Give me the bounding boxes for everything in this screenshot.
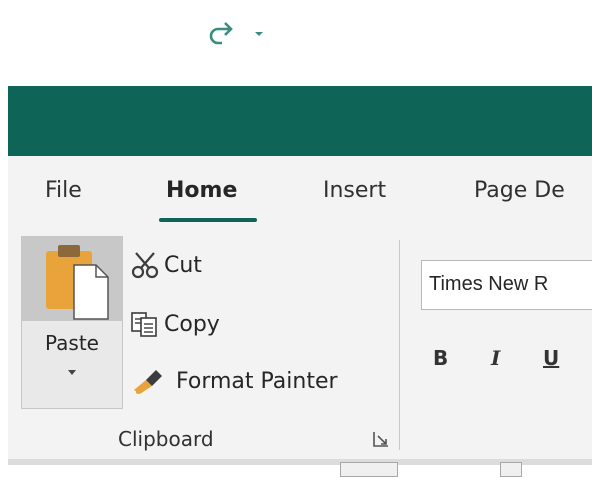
save-button[interactable] <box>52 14 82 54</box>
copy-button[interactable]: Copy <box>130 309 220 339</box>
clipboard-dialog-launcher[interactable] <box>372 430 390 448</box>
tab-insert[interactable]: Insert <box>323 178 386 203</box>
underline-button[interactable]: U <box>543 346 559 370</box>
customize-toolbar-button[interactable] <box>303 14 317 54</box>
paste-label: Paste <box>45 331 99 355</box>
customize-icon <box>304 29 316 39</box>
scissors-icon <box>131 252 159 279</box>
undo-icon <box>129 22 153 45</box>
dialog-launcher-icon <box>373 432 388 447</box>
italic-button[interactable]: I <box>491 346 500 370</box>
tab-page-design[interactable]: Page De <box>474 178 565 203</box>
window-top-area <box>0 0 592 86</box>
cut-button[interactable]: Cut <box>130 250 202 280</box>
undo-button[interactable] <box>124 14 156 54</box>
chevron-down-icon <box>171 32 179 36</box>
chevron-down-icon <box>68 370 76 375</box>
redo-dropdown[interactable] <box>254 14 264 54</box>
redo-button[interactable] <box>206 14 238 54</box>
paste-icon <box>46 245 109 320</box>
save-icon <box>53 20 81 48</box>
tab-file[interactable]: File <box>45 178 82 203</box>
quick-access-toolbar <box>8 86 592 156</box>
tab-home[interactable]: Home <box>166 178 237 203</box>
copy-icon <box>131 312 157 337</box>
ruler-indent-marker[interactable] <box>340 462 398 477</box>
ruler-tab-marker[interactable] <box>500 462 522 477</box>
format-painter-button[interactable]: Format Painter <box>130 366 338 396</box>
clipboard-group-label: Clipboard <box>118 427 214 451</box>
paste-button[interactable]: Paste <box>21 236 123 409</box>
bold-button[interactable]: B <box>433 346 448 370</box>
cut-label: Cut <box>164 252 202 278</box>
font-name-input[interactable]: Times New R <box>421 260 592 310</box>
undo-dropdown[interactable] <box>170 14 180 54</box>
group-divider <box>399 240 400 450</box>
format-painter-label: Format Painter <box>176 368 338 394</box>
copy-label: Copy <box>164 311 220 337</box>
chevron-down-icon <box>255 32 263 36</box>
redo-icon <box>209 22 233 45</box>
active-tab-indicator <box>159 218 257 222</box>
paintbrush-icon <box>134 370 162 394</box>
